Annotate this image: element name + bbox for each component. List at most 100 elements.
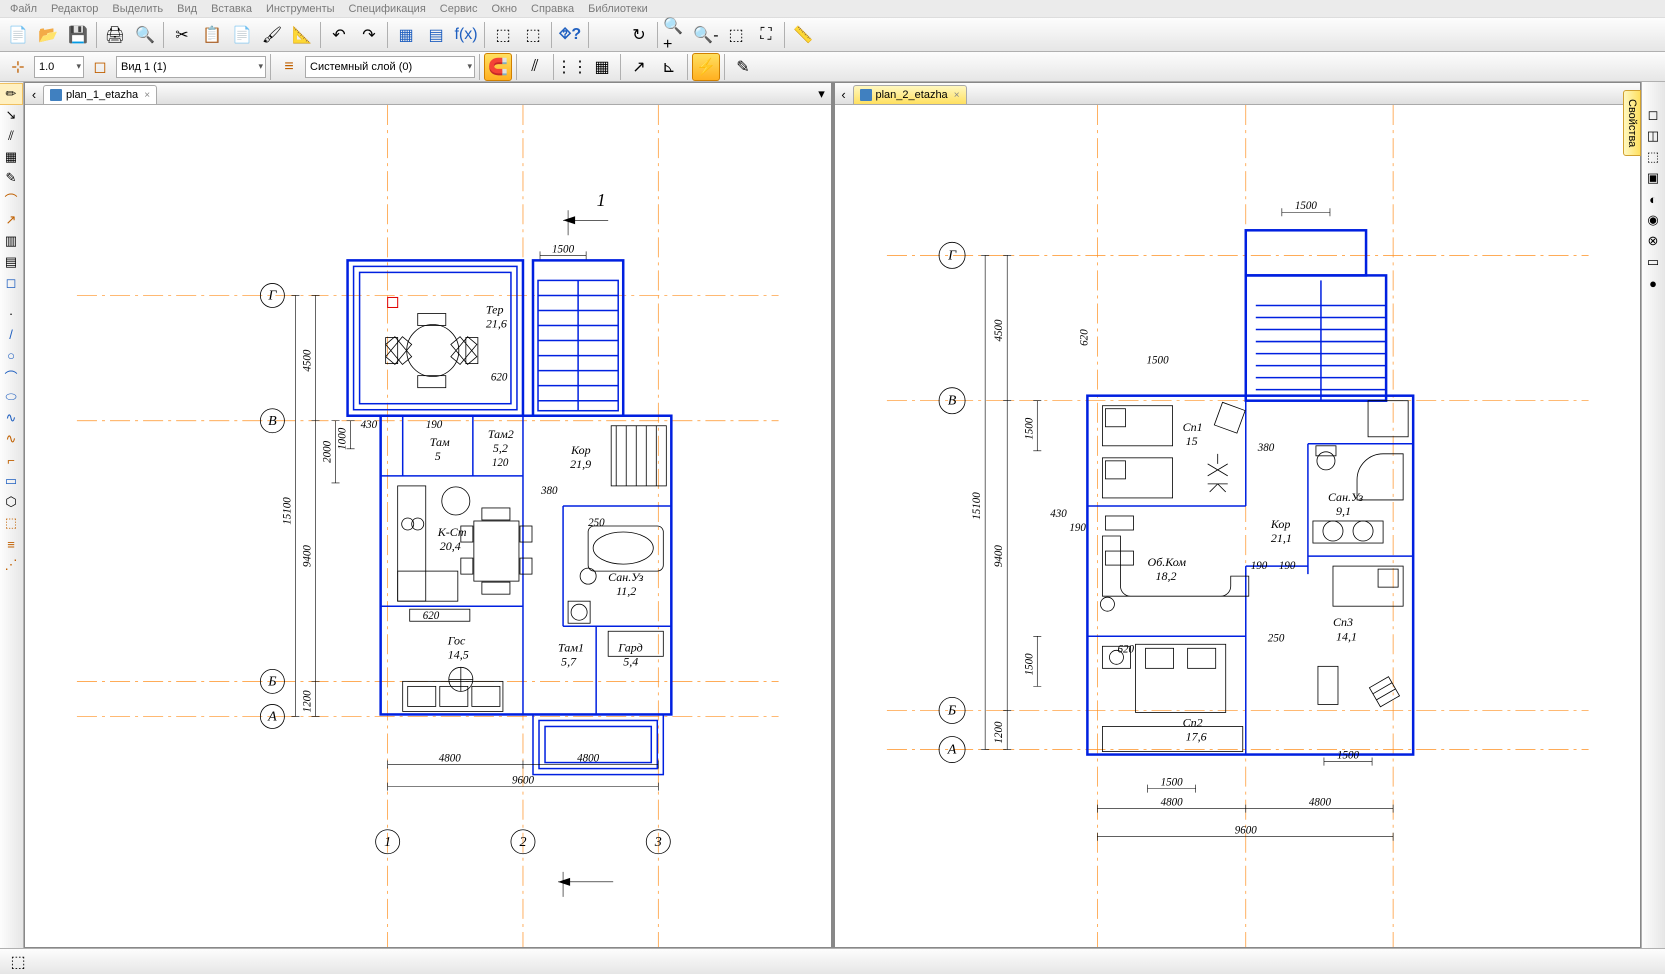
close-icon[interactable]: × [144, 90, 150, 101]
ellipse-tool-icon[interactable]: ⬭ [0, 387, 22, 407]
canvas-plan2[interactable]: Г В Б А [835, 105, 1641, 947]
param-button[interactable]: ⚡ [692, 53, 720, 81]
point-tool-icon[interactable]: · [0, 303, 22, 323]
menu-help[interactable]: Справка [525, 2, 580, 16]
status-icon[interactable]: ⬚ [8, 952, 28, 972]
spline-tool-icon[interactable]: ∿ [0, 408, 22, 428]
separator [387, 22, 388, 48]
separator [588, 22, 589, 48]
menu-bar[interactable]: Файл Редактор Выделить Вид Вставка Инстр… [0, 0, 1665, 18]
circle-tool-icon[interactable]: ○ [0, 345, 22, 365]
save-button[interactable]: 💾 [64, 21, 92, 49]
menu-file[interactable]: Файл [4, 2, 43, 16]
paste-button[interactable]: 📄 [228, 21, 256, 49]
open-button[interactable]: 📂 [34, 21, 62, 49]
fillet-tool-icon[interactable]: ⌐ [0, 450, 22, 470]
svg-text:380: 380 [540, 485, 558, 497]
offset-icon[interactable]: ≡ [0, 534, 22, 554]
preview-button[interactable]: 🔍 [131, 21, 159, 49]
contour-icon[interactable]: ⬚ [0, 513, 22, 533]
3d-icon[interactable]: ◫ [1642, 126, 1664, 146]
library-button[interactable]: ▤ [422, 21, 450, 49]
refresh-button[interactable]: ↻ [625, 21, 653, 49]
arc-tool-icon[interactable]: ⌒ [0, 189, 22, 209]
leader-icon[interactable]: ↗ [0, 210, 22, 230]
zoom-fit-button[interactable]: ⛶ [752, 21, 780, 49]
arc-icon[interactable]: ⌒ [0, 366, 22, 386]
zoom-out-button[interactable]: 🔍- [692, 21, 720, 49]
scale-button[interactable]: 📏 [789, 21, 817, 49]
undo-button[interactable]: ↶ [325, 21, 353, 49]
svg-text:620: 620 [423, 610, 440, 622]
menu-view[interactable]: Вид [171, 2, 203, 16]
separator [553, 54, 554, 80]
ortho-button[interactable]: ↗ [625, 53, 653, 81]
section-icon[interactable]: ◐ [1642, 189, 1664, 209]
cut-button[interactable]: ✂ [168, 21, 196, 49]
tool-a-button[interactable]: ⬚ [489, 21, 517, 49]
layer-dropdown[interactable]: Системный слой (0) [305, 56, 475, 78]
print-button[interactable]: 🖨 [101, 21, 129, 49]
zoom-in-button[interactable]: 🔍+ [662, 21, 690, 49]
menu-libs[interactable]: Библиотеки [582, 2, 654, 16]
sheet-icon[interactable]: ▭ [1642, 252, 1664, 272]
dims-icon[interactable]: ⫽ [0, 126, 22, 146]
menu-insert[interactable]: Вставка [205, 2, 258, 16]
properties-button[interactable]: 📐 [288, 21, 316, 49]
edit-button[interactable]: ✎ [729, 53, 757, 81]
grid2-button[interactable]: ▦ [588, 53, 616, 81]
close-icon[interactable]: × [954, 90, 960, 101]
canvas-plan1[interactable]: Г В Б А 1 2 3 1 [25, 105, 831, 947]
tab-prev-icon[interactable]: ‹ [27, 84, 41, 104]
dim-button[interactable]: ⫽ [521, 53, 549, 81]
manager-button[interactable]: ▦ [392, 21, 420, 49]
geometry-icon[interactable]: ✏ [0, 84, 22, 104]
bom-icon[interactable]: ▤ [0, 252, 22, 272]
right-pane: ‹ plan_2_etazha × ▾ [834, 82, 1642, 948]
view-dropdown[interactable]: Вид 1 (1) [116, 56, 266, 78]
properties-panel-tab[interactable]: Свойства [1623, 90, 1641, 156]
polygon-tool-icon[interactable]: ⬡ [0, 492, 22, 512]
tool-b-button[interactable]: ⬚ [519, 21, 547, 49]
menu-spec[interactable]: Спецификация [343, 2, 432, 16]
new-button[interactable]: 📄 [4, 21, 32, 49]
view-icon[interactable]: ◻ [86, 53, 114, 81]
menu-select[interactable]: Выделить [106, 2, 169, 16]
menu-service[interactable]: Сервис [434, 2, 484, 16]
help-button[interactable]: ⯑? [556, 21, 584, 49]
svg-text:1500: 1500 [1336, 750, 1359, 762]
table-icon[interactable]: ▥ [0, 231, 22, 251]
line-tool-icon[interactable]: / [0, 324, 22, 344]
variables-button[interactable]: f(x) [452, 21, 480, 49]
tab-list-icon[interactable]: ▾ [815, 84, 829, 104]
perp-button[interactable]: ⊾ [655, 53, 683, 81]
bezier-icon[interactable]: ∿ [0, 429, 22, 449]
hatch-icon[interactable]: ▦ [0, 147, 22, 167]
snap-button[interactable]: 🧲 [484, 53, 512, 81]
sphere-icon[interactable]: ● [1642, 273, 1664, 293]
text-icon[interactable]: ✎ [0, 168, 22, 188]
tab-plan1[interactable]: plan_1_etazha × [43, 85, 157, 104]
format-button[interactable]: 🖌 [258, 21, 286, 49]
cube-icon[interactable]: ◻ [1642, 105, 1664, 125]
sheet-icon[interactable]: ◻ [0, 273, 22, 293]
extrude-icon[interactable]: ▣ [1642, 168, 1664, 188]
origin-button[interactable]: ⊹ [4, 53, 32, 81]
menu-tools[interactable]: Инструменты [260, 2, 341, 16]
zoom-window-button[interactable]: ⬚ [722, 21, 750, 49]
redo-button[interactable]: ↷ [355, 21, 383, 49]
scale-dropdown[interactable]: 1.0 [34, 56, 84, 78]
copy-button[interactable]: 📋 [198, 21, 226, 49]
surface-icon[interactable]: ⬚ [1642, 147, 1664, 167]
menu-editor[interactable]: Редактор [45, 2, 104, 16]
point-icon[interactable]: ↘ [0, 105, 22, 125]
menu-window[interactable]: Окно [485, 2, 523, 16]
hatch2-icon[interactable]: ⋰ [0, 555, 22, 575]
rect-tool-icon[interactable]: ▭ [0, 471, 22, 491]
grid-button[interactable]: ⋮⋮ [558, 53, 586, 81]
revolve-icon[interactable]: ⊗ [1642, 231, 1664, 251]
layer-icon[interactable]: ≡ [275, 53, 303, 81]
tab-plan2[interactable]: plan_2_etazha × [853, 85, 967, 104]
body-icon[interactable]: ◉ [1642, 210, 1664, 230]
tab-prev-icon[interactable]: ‹ [837, 84, 851, 104]
